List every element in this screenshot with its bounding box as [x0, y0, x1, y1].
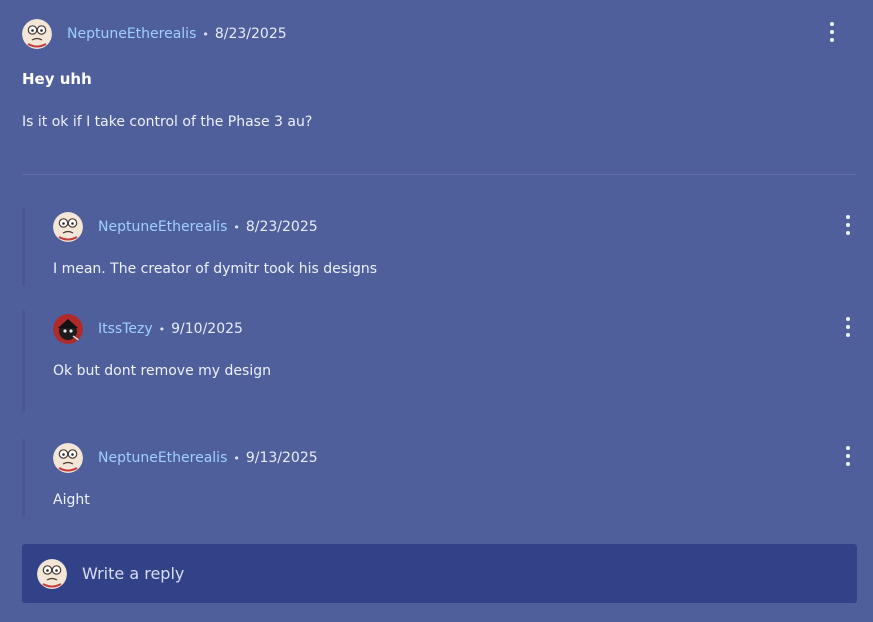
reply-body: Aight: [53, 492, 90, 508]
reply-author-link[interactable]: ItssTezy: [98, 321, 153, 337]
user-avatar[interactable]: [53, 314, 83, 344]
reply-body: I mean. The creator of dymitr took his d…: [53, 261, 378, 277]
cartoon-face-avatar-icon: [53, 212, 83, 242]
reply-more-options-icon[interactable]: [841, 317, 855, 337]
post-body: Is it ok if I take control of the Phase …: [22, 114, 313, 130]
reply-header: ItssTezy • 9/10/2025: [53, 314, 857, 344]
reply-more-options-icon[interactable]: [841, 215, 855, 235]
thread-line: [22, 310, 25, 412]
post-title: Hey uhh: [22, 70, 92, 88]
reply-item: NeptuneEtherealis • 9/13/2025 Aight: [22, 439, 857, 517]
cartoon-face-avatar-icon: [37, 558, 67, 589]
separator-dot: •: [233, 451, 240, 465]
post-date: 8/23/2025: [214, 26, 287, 42]
thread-line: [22, 208, 25, 286]
reply-date: 9/10/2025: [171, 321, 243, 337]
reply-body: Ok but dont remove my design: [53, 363, 271, 379]
post-author-link[interactable]: NeptuneEtherealis: [67, 26, 196, 42]
reply-date: 9/13/2025: [245, 450, 318, 466]
divider: [22, 174, 857, 175]
reply-item: ItssTezy • 9/10/2025 Ok but dont remove …: [22, 310, 857, 412]
separator-dot: •: [158, 322, 166, 336]
user-avatar[interactable]: [22, 19, 52, 49]
user-avatar[interactable]: [53, 443, 83, 473]
reply-placeholder: Write a reply: [82, 564, 185, 583]
cartoon-face-avatar-icon: [22, 19, 52, 49]
reply-header: NeptuneEtherealis • 9/13/2025: [53, 443, 857, 473]
user-avatar[interactable]: [53, 212, 83, 242]
comment-thread: NeptuneEtherealis • 8/23/2025 Hey uhh Is…: [0, 0, 873, 622]
reply-item: NeptuneEtherealis • 8/23/2025 I mean. Th…: [22, 208, 857, 286]
reply-author-link[interactable]: NeptuneEtherealis: [98, 450, 227, 466]
thread-line: [22, 439, 25, 517]
reply-more-options-icon[interactable]: [841, 446, 855, 466]
reply-header: NeptuneEtherealis • 8/23/2025: [53, 212, 857, 242]
write-reply-input[interactable]: Write a reply: [22, 544, 857, 603]
separator-dot: •: [202, 27, 209, 41]
current-user-avatar: [37, 558, 67, 589]
reply-date: 8/23/2025: [245, 219, 318, 235]
separator-dot: •: [233, 220, 240, 234]
post-header: NeptuneEtherealis • 8/23/2025: [22, 19, 857, 49]
reply-author-link[interactable]: NeptuneEtherealis: [98, 219, 227, 235]
cartoon-face-avatar-icon: [53, 443, 83, 473]
post-more-options-icon[interactable]: [825, 22, 839, 42]
dark-character-avatar-icon: [53, 314, 83, 344]
